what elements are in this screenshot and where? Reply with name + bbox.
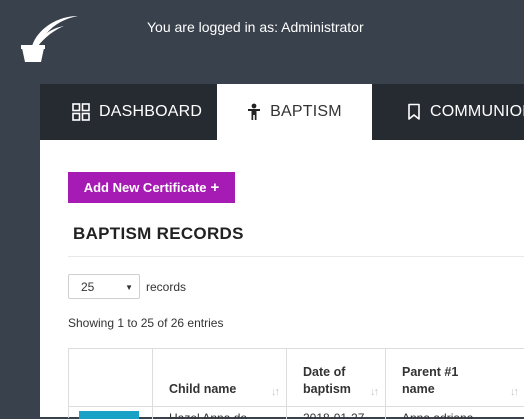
login-status-text: You are logged in as: Administrator	[147, 19, 364, 35]
column-header-date-of-baptism[interactable]: Date of baptism ↓↑	[287, 349, 386, 407]
tab-baptism-label: BAPTISM	[270, 103, 342, 120]
cell-text: Hazel Anna do	[169, 411, 248, 419]
table-cell-date: 2018-01-27	[287, 407, 386, 419]
column-header-parent-1-name[interactable]: Parent #1 name ↓↑	[386, 349, 524, 407]
bookmark-icon	[408, 103, 420, 120]
main-panel: Add New Certificate + BAPTISM RECORDS 25…	[40, 140, 524, 419]
tab-dashboard[interactable]: DASHBOARD	[72, 84, 202, 140]
sort-icon: ↓↑	[510, 386, 519, 398]
cell-text: Anna adriana	[402, 411, 474, 419]
main-tab-bar: DASHBOARD BAPTISM COMMUNION	[40, 84, 524, 140]
table-info-text: Showing 1 to 25 of 26 entries	[68, 316, 224, 330]
column-header-child-name[interactable]: Child name ↓↑	[153, 349, 287, 407]
quill-inkpot-logo	[21, 16, 78, 62]
plus-icon: +	[210, 179, 220, 196]
section-title: BAPTISM RECORDS	[73, 224, 244, 243]
table-row: Hazel Anna do 2018-01-27 Anna adriana	[69, 407, 524, 419]
sort-icon: ↓↑	[271, 386, 280, 398]
grid-icon	[72, 103, 90, 121]
table-cell-child-name: Hazel Anna do	[153, 407, 287, 419]
baptism-records-table: Child name ↓↑ Date of baptism ↓↑ Parent #…	[68, 348, 524, 419]
person-icon	[248, 103, 261, 120]
tab-dashboard-label: DASHBOARD	[99, 103, 203, 120]
column-header-label: Date of baptism	[303, 365, 351, 396]
column-header-actions	[69, 349, 153, 407]
table-cell-parent: Anna adriana	[386, 407, 524, 419]
divider	[68, 256, 524, 257]
records-per-page-select[interactable]: 25 ▼	[68, 274, 140, 299]
view-record-button[interactable]	[79, 411, 139, 419]
column-header-label: Parent #1 name	[402, 365, 459, 396]
cell-text: 2018-01-27	[303, 411, 365, 419]
add-button-label: Add New Certificate	[83, 180, 207, 195]
records-label: records	[146, 280, 187, 294]
add-new-certificate-button[interactable]: Add New Certificate +	[68, 172, 235, 203]
tab-communion-label: COMMUNION	[430, 103, 524, 120]
tab-communion[interactable]: COMMUNION	[407, 84, 524, 140]
table-cell-actions	[69, 407, 153, 419]
tab-baptism[interactable]: BAPTISM	[217, 84, 372, 140]
records-per-page-value: 25	[81, 279, 95, 294]
sort-icon: ↓↑	[370, 386, 379, 398]
column-header-label: Child name	[169, 382, 237, 396]
caret-down-icon: ▼	[125, 283, 133, 292]
